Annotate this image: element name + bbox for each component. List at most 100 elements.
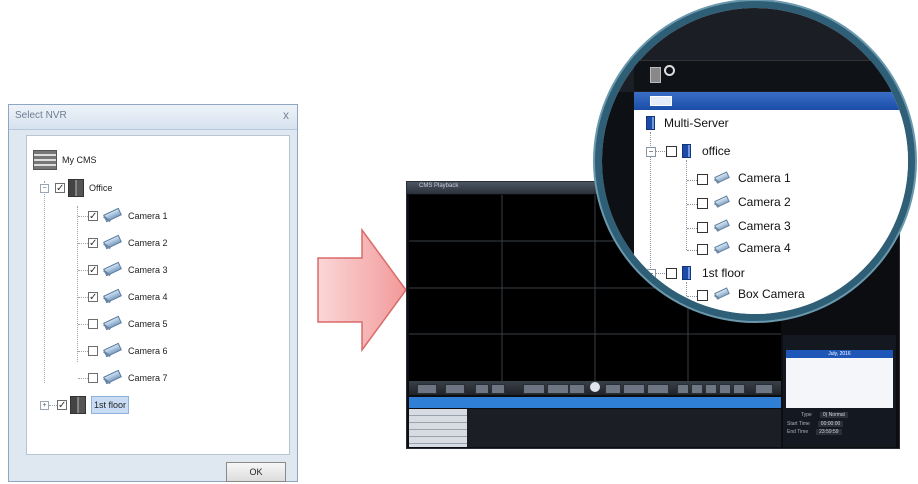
tree-root-my-cms[interactable]: My CMS	[33, 150, 97, 170]
cms-server-icon	[33, 150, 57, 170]
tree-line	[78, 378, 88, 379]
tree-node-1st-floor[interactable]: ✓ 1st floor	[57, 395, 130, 415]
camera-7-label: Camera 7	[128, 373, 168, 383]
ok-button[interactable]: OK	[226, 462, 286, 482]
close-icon[interactable]: x	[283, 108, 289, 122]
start-time-field[interactable]: 00:00:00	[817, 421, 844, 427]
zoom-camera-4-label: Camera 4	[738, 241, 791, 255]
zoom-camera-3-checkbox[interactable]	[697, 222, 708, 233]
select-nvr-dialog: Select NVR x My CMS − ✓ Office ✓ Camera …	[8, 104, 298, 482]
camera-2-checkbox[interactable]: ✓	[88, 238, 98, 249]
tree-node-camera-6[interactable]: Camera 6	[88, 341, 168, 361]
camera-4-label: Camera 4	[128, 292, 168, 302]
type-select[interactable]: 0) Normal	[819, 412, 848, 418]
tree-line	[78, 243, 88, 244]
camera-1-checkbox[interactable]: ✓	[88, 211, 98, 222]
tree-line	[687, 204, 697, 205]
layout-button[interactable]	[705, 384, 717, 394]
layout-button[interactable]	[691, 384, 703, 394]
zoom-camera-2-checkbox[interactable]	[697, 198, 708, 209]
tree-line	[49, 405, 57, 406]
toolbar-button[interactable]	[445, 384, 465, 394]
toolbar-button[interactable]	[605, 384, 621, 394]
dialog-title-bar: Select NVR x	[9, 105, 297, 130]
timeline-header	[409, 397, 781, 408]
right-arrow-icon	[317, 228, 407, 352]
tree-root-label: My CMS	[62, 155, 97, 165]
1st-floor-label: 1st floor	[91, 396, 130, 414]
end-time-field[interactable]: 23:59:59	[816, 429, 842, 435]
toolbar-button[interactable]	[647, 384, 669, 394]
camera-icon	[712, 196, 730, 208]
1st-floor-checkbox[interactable]: ✓	[57, 400, 67, 411]
camera-icon	[101, 236, 123, 250]
tree-node-camera-2[interactable]: ✓ Camera 2	[88, 233, 168, 253]
camera-3-checkbox[interactable]: ✓	[88, 265, 98, 276]
expand-collapse-icon[interactable]: +	[40, 401, 49, 410]
zoom-camera-1-label: Camera 1	[738, 171, 791, 185]
zoom-camera-4-checkbox[interactable]	[697, 244, 708, 255]
nvr-icon	[682, 266, 691, 280]
nvr-list-icon[interactable]	[650, 67, 661, 83]
zoom-camera-1-checkbox[interactable]	[697, 174, 708, 185]
toolbar-button[interactable]	[623, 384, 645, 394]
zoom-camera-3-label: Camera 3	[738, 219, 791, 233]
nvr-icon	[70, 396, 86, 414]
toolbar-button[interactable]	[523, 384, 545, 394]
tree-line	[78, 216, 88, 217]
camera-7-checkbox[interactable]	[88, 373, 98, 383]
toolbar-button[interactable]	[417, 384, 437, 394]
layout-button[interactable]	[677, 384, 689, 394]
tree-node-camera-4[interactable]: ✓ Camera 4	[88, 287, 168, 307]
calendar-month-header: July, 2016	[786, 350, 893, 358]
office-checkbox[interactable]: ✓	[55, 183, 65, 194]
camera-6-checkbox[interactable]	[88, 346, 98, 356]
tree-node-camera-1[interactable]: ✓ Camera 1	[88, 206, 168, 226]
camera-4-checkbox[interactable]: ✓	[88, 292, 98, 303]
zoom-root-label: Multi-Server	[664, 116, 729, 130]
expand-collapse-icon[interactable]: −	[646, 147, 656, 157]
start-time-label: Start Time	[787, 421, 810, 427]
tree-line	[78, 297, 88, 298]
expand-collapse-icon[interactable]: −	[646, 269, 656, 279]
tree-node-camera-5[interactable]: Camera 5	[88, 314, 168, 334]
toolbar-button[interactable]	[569, 384, 585, 394]
toolbar-button[interactable]	[755, 384, 773, 394]
playback-search-options: Type 0) Normal Start Time 00:00:00 End T…	[787, 412, 892, 442]
tree-line	[687, 228, 697, 229]
type-label: Type	[801, 412, 812, 418]
toolbar-button[interactable]	[491, 384, 505, 394]
zoom-office-checkbox[interactable]	[666, 146, 677, 157]
tree-line	[656, 273, 665, 274]
camera-icon	[101, 290, 123, 304]
server-icon	[646, 116, 655, 130]
tree-line	[77, 206, 78, 362]
camera-5-label: Camera 5	[128, 319, 168, 329]
tree-node-camera-3[interactable]: ✓ Camera 3	[88, 260, 168, 280]
layout-button[interactable]	[719, 384, 731, 394]
camera-5-checkbox[interactable]	[88, 319, 98, 329]
camera-icon	[101, 344, 123, 358]
expand-collapse-icon[interactable]: −	[40, 184, 49, 193]
search-icon[interactable]	[664, 65, 675, 76]
zoom-1st-floor-checkbox[interactable]	[666, 268, 677, 279]
zoom-1st-floor-label: 1st floor	[702, 266, 745, 280]
toolbar-button[interactable]	[547, 384, 569, 394]
tree-line	[44, 181, 45, 383]
layout-button[interactable]	[733, 384, 745, 394]
calendar-grid[interactable]	[786, 358, 893, 408]
camera-filter-icon[interactable]	[650, 96, 672, 106]
tree-line	[78, 324, 88, 325]
zoom-left-panel	[602, 92, 634, 314]
tree-node-camera-7[interactable]: Camera 7	[88, 368, 168, 388]
camera-icon	[101, 371, 123, 385]
camera-3-label: Camera 3	[128, 265, 168, 275]
timeline-channel-list	[409, 409, 467, 447]
zoom-magnifier: Multi-Server − office Camera 1 Camera 2 …	[602, 8, 908, 314]
zoom-box-camera-checkbox[interactable]	[697, 290, 708, 301]
toolbar-button[interactable]	[475, 384, 489, 394]
play-button[interactable]	[590, 382, 600, 392]
camera-1-label: Camera 1	[128, 211, 168, 221]
tree-node-office[interactable]: ✓ Office	[55, 178, 112, 198]
zoom-camera-2-label: Camera 2	[738, 195, 791, 209]
